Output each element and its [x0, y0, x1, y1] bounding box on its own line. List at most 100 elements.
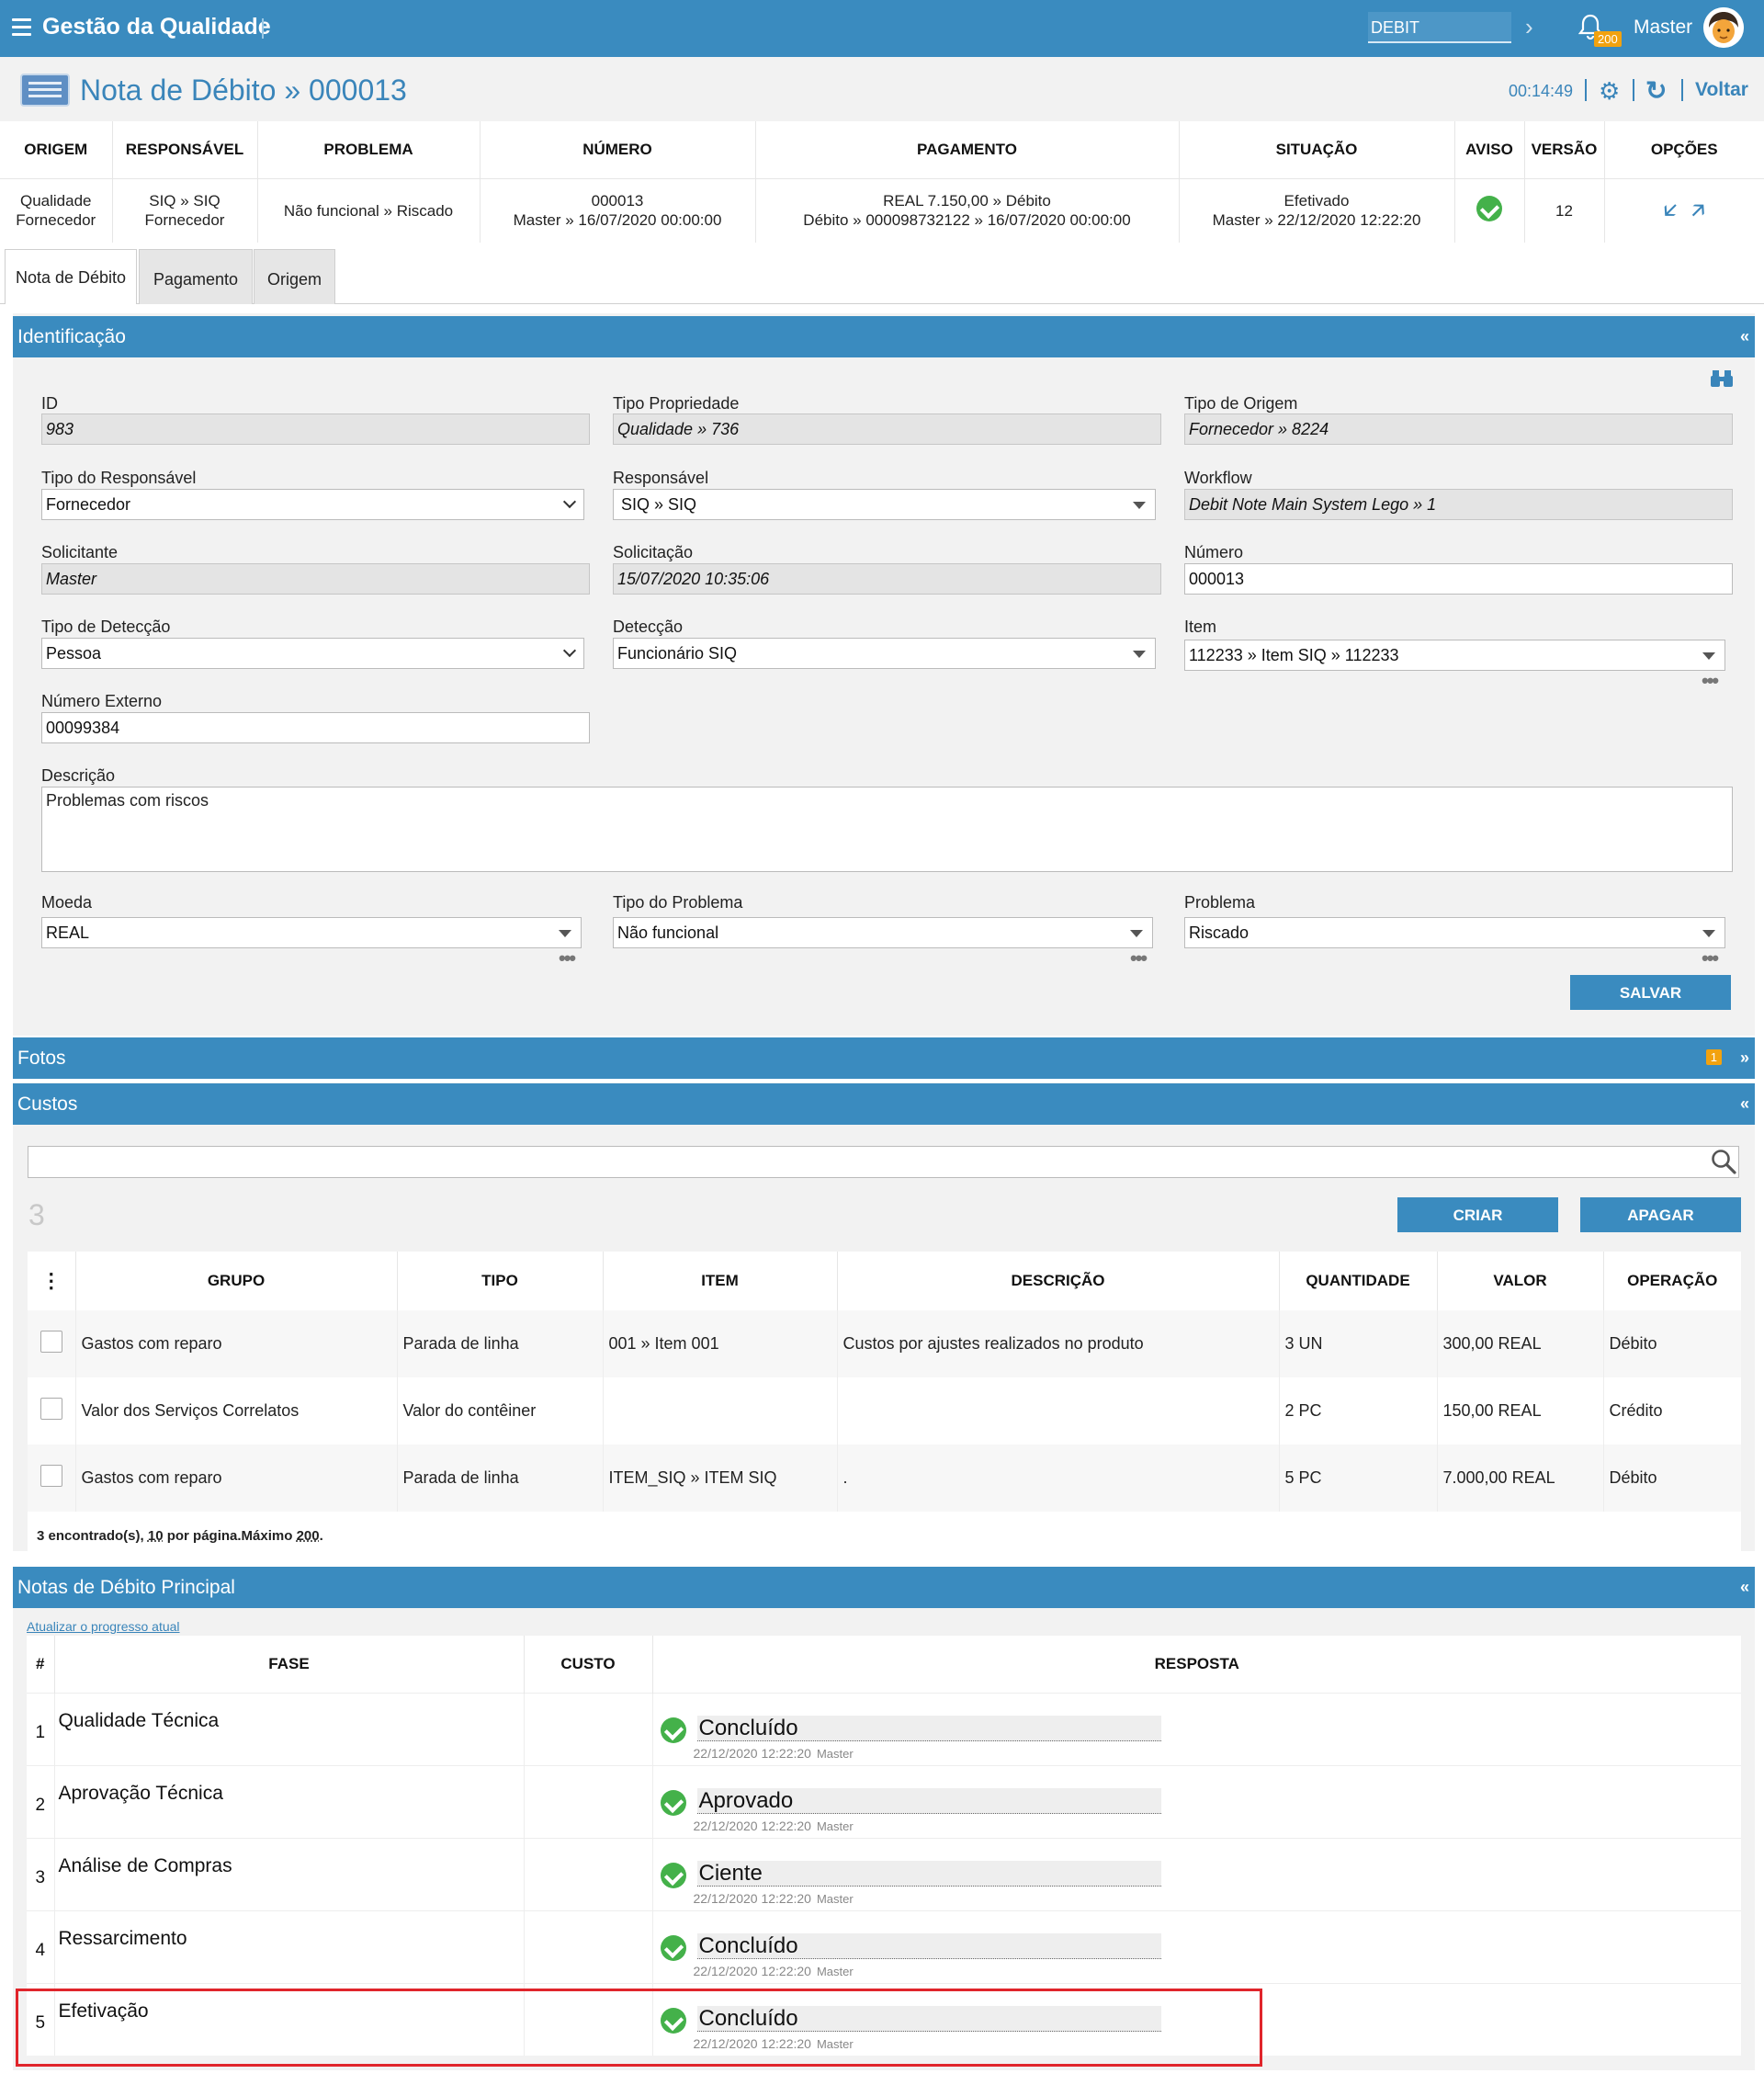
binoculars-icon[interactable]	[1711, 368, 1733, 389]
phase-response-cell: Concluído 22/12/2020 12:22:20 Master	[652, 1692, 1741, 1765]
item-select[interactable]: 112233 » Item SIQ » 112233	[1184, 640, 1725, 671]
phase-name: Ressarcimento	[54, 1909, 525, 1983]
custos-search-input[interactable]	[28, 1146, 1739, 1178]
collapse-icon[interactable]: «	[1740, 1094, 1749, 1114]
col-operacao[interactable]: OPERAÇÃO	[1603, 1252, 1741, 1310]
moeda-select[interactable]: REAL	[41, 917, 582, 948]
menu-icon[interactable]	[12, 18, 31, 37]
tipo-origem-field: Fornecedor » 8224	[1184, 414, 1733, 445]
sit-line1: Efetivado	[1283, 192, 1350, 210]
more-icon[interactable]: •••	[1130, 946, 1148, 970]
col-tipo[interactable]: TIPO	[397, 1252, 604, 1310]
row-checkbox[interactable]	[40, 1465, 62, 1487]
collapse-icon[interactable]: «	[1740, 1578, 1749, 1597]
col-item[interactable]: ITEM	[603, 1252, 838, 1310]
col-situacao: SITUAÇÃO	[1179, 121, 1455, 179]
footer-end: .	[319, 1527, 323, 1544]
solicitante-label: Solicitante	[41, 543, 119, 561]
col-grupo[interactable]: GRUPO	[75, 1252, 398, 1310]
tipo-problema-label: Tipo do Problema	[613, 893, 743, 912]
update-progress-link[interactable]: Atualizar o progresso atual	[27, 1619, 180, 1634]
more-icon[interactable]: •••	[1702, 946, 1719, 970]
response-user: Master	[816, 1819, 854, 1833]
top-bar: Gestão da Qualidade DEBIT › 200 Master	[0, 0, 1764, 57]
phase-response-cell: Ciente 22/12/2020 12:22:20 Master	[652, 1837, 1741, 1910]
row-checkbox[interactable]	[40, 1398, 62, 1420]
response-value[interactable]: Concluído	[696, 1715, 1161, 1741]
numero-externo-input[interactable]: 00099384	[41, 712, 590, 743]
col-descricao[interactable]: DESCRIÇÃO	[837, 1252, 1280, 1310]
col-quantidade[interactable]: QUANTIDADE	[1279, 1252, 1438, 1310]
tipo-deteccao-value: Pessoa	[46, 644, 102, 663]
tipo-deteccao-label: Tipo de Detecção	[41, 618, 171, 636]
chevron-down-icon	[562, 643, 577, 658]
phase-number: 1	[27, 1692, 55, 1765]
avatar[interactable]	[1703, 7, 1744, 48]
response-value[interactable]: Concluído	[696, 1932, 1161, 1959]
tab-origem[interactable]: Origem	[254, 249, 335, 304]
problema-select[interactable]: Riscado	[1184, 917, 1725, 948]
caret-down-icon	[1133, 502, 1146, 509]
numero-input[interactable]: 000013	[1184, 563, 1733, 595]
caret-down-icon	[559, 930, 571, 937]
collapse-icon[interactable]: «	[1740, 327, 1749, 346]
tipo-problema-select[interactable]: Não funcional	[613, 917, 1153, 948]
col-valor[interactable]: VALOR	[1437, 1252, 1604, 1310]
cell-operacao: Débito	[1603, 1310, 1741, 1377]
gear-icon[interactable]: ⚙	[1599, 77, 1620, 106]
cell-quantidade: 2 PC	[1279, 1377, 1438, 1445]
row-checkbox[interactable]	[40, 1331, 62, 1353]
phase-row: 4 Ressarcimento Concluído 22/12/2020 12:…	[27, 1909, 1741, 1983]
max-value[interactable]: 200	[297, 1528, 320, 1544]
table-row[interactable]: Gastos com reparo Parada de linha ITEM_S…	[28, 1445, 1741, 1512]
more-icon[interactable]: •••	[1702, 669, 1719, 693]
identificacao-header[interactable]: Identificação «	[13, 316, 1755, 357]
cell-quantidade: 3 UN	[1279, 1310, 1438, 1377]
arrow-down-icon[interactable]: 🡧	[1664, 199, 1677, 220]
separator	[1681, 79, 1683, 101]
kebab-icon[interactable]: ⋮	[41, 1269, 62, 1292]
save-button[interactable]: SALVAR	[1570, 975, 1731, 1010]
cell-operacao: Crédito	[1609, 1401, 1663, 1420]
responsavel-select[interactable]: SIQ » SIQ	[613, 489, 1156, 520]
tab-nota-debito[interactable]: Nota de Débito	[5, 249, 137, 304]
per-page-value[interactable]: 10	[148, 1528, 164, 1544]
cell-valor: 300,00 REAL	[1437, 1310, 1604, 1377]
cell-grupo: Valor dos Serviços Correlatos	[75, 1377, 398, 1445]
tipo-responsavel-select[interactable]: Fornecedor	[41, 489, 584, 520]
arrow-up-icon[interactable]: 🡥	[1691, 199, 1704, 220]
search-icon[interactable]	[1710, 1148, 1737, 1175]
notas-header[interactable]: Notas de Débito Principal «	[13, 1567, 1755, 1608]
tipo-deteccao-select[interactable]: Pessoa	[41, 638, 584, 669]
custos-header[interactable]: Custos «	[13, 1083, 1755, 1125]
response-value[interactable]: Aprovado	[696, 1787, 1161, 1814]
cell-item	[603, 1377, 838, 1445]
table-row[interactable]: Valor dos Serviços Correlatos Valor do c…	[28, 1377, 1741, 1445]
table-row[interactable]: Gastos com reparo Parada de linha 001 » …	[28, 1310, 1741, 1377]
col-opcoes: OPÇÕES	[1604, 121, 1764, 179]
check-circle-icon	[660, 1717, 686, 1743]
expand-icon[interactable]: »	[1740, 1048, 1749, 1068]
delete-button[interactable]: APAGAR	[1580, 1197, 1741, 1232]
back-button[interactable]: Voltar	[1695, 79, 1748, 101]
response-date: 22/12/2020 12:22:20	[693, 1963, 811, 1978]
custos-count: 3	[28, 1198, 45, 1231]
cell-opcoes: 🡧 🡥	[1604, 178, 1764, 243]
descricao-textarea[interactable]: Problemas com riscos	[41, 787, 1733, 872]
chevron-right-icon[interactable]: ›	[1525, 13, 1533, 41]
tab-pagamento[interactable]: Pagamento	[139, 249, 253, 304]
solicitacao-label: Solicitação	[613, 543, 694, 561]
tipo-problema-value: Não funcional	[617, 924, 719, 942]
global-search-input[interactable]: DEBIT	[1368, 12, 1511, 43]
phase-name: Aprovação Técnica	[54, 1764, 525, 1838]
refresh-icon[interactable]: ↻	[1645, 75, 1667, 106]
more-icon[interactable]: •••	[559, 946, 576, 970]
deteccao-select[interactable]: Funcionário SIQ	[613, 638, 1156, 669]
response-value[interactable]: Ciente	[696, 1860, 1161, 1887]
problema-value: Riscado	[1189, 924, 1250, 942]
fotos-header[interactable]: Fotos 1 »	[13, 1037, 1755, 1079]
solicitacao-field: 15/07/2020 10:35:06	[613, 563, 1161, 595]
create-button[interactable]: CRIAR	[1397, 1197, 1558, 1232]
check-circle-icon	[660, 1862, 686, 1888]
user-name[interactable]: Master	[1634, 17, 1692, 39]
